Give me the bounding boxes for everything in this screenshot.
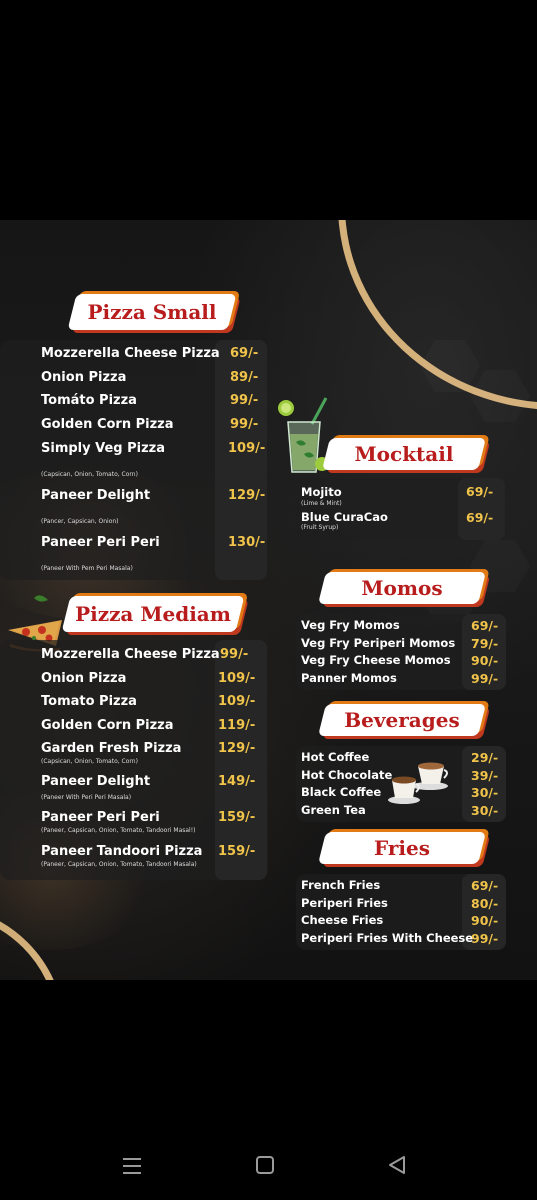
menu-item-price: 109/- <box>228 441 266 456</box>
menu-item-name: Paneer Delight <box>41 488 151 503</box>
menu-item-price: 130/- <box>228 535 266 550</box>
menu-item-description: (Paneer With Pem Peri Masala) <box>41 565 133 572</box>
menu-item-name: Hot Chocolate <box>301 768 393 782</box>
menu-item-name: Onion Pizza <box>41 370 127 385</box>
menu-item-name: Veg Fry Periperi Momos <box>301 636 456 650</box>
pizza-small-title: Pizza Small <box>87 300 217 324</box>
momos-title: Momos <box>361 576 443 600</box>
menu-item-description: (Capsican, Onion, Tomato, Corn) <box>41 758 138 765</box>
menu-item-name: French Fries <box>301 878 381 892</box>
menu-item-price: 69/- <box>466 484 494 499</box>
menu-item-name: Paneer Delight <box>41 774 151 789</box>
menu-item-name: Periperi Fries With Cheese <box>301 931 474 945</box>
menu-item-price: 69/- <box>230 346 259 361</box>
menu-item-name: Paneer Peri Peri <box>41 810 160 825</box>
menu-item-price: 29/- <box>471 750 499 765</box>
fries-title: Fries <box>374 836 430 860</box>
menu-item-price: 119/- <box>218 718 256 733</box>
menu-item-name: Periperi Fries <box>301 896 388 910</box>
menu-item-name: Golden Corn Pizza <box>41 417 174 432</box>
menu-item-price: 30/- <box>471 785 499 800</box>
menu-item-name: Hot Coffee <box>301 750 370 764</box>
menu-item-description: (Paneer, Capsican, Onion, Tomato, Tandoo… <box>41 827 196 834</box>
menu-item-name: Cheese Fries <box>301 913 384 927</box>
fries-banner: Fries <box>318 832 486 864</box>
menu-item-price: 90/- <box>471 913 499 928</box>
menu-item-price: 109/- <box>218 694 256 709</box>
menu-item-price: 129/- <box>218 741 256 756</box>
menu-item-name: Tomato Pizza <box>41 694 137 709</box>
menu-item-name: Onion Pizza <box>41 671 127 686</box>
menu-item-name: Simply Veg Pizza <box>41 441 166 456</box>
menu-item-name: Mozzerella Cheese Pizza <box>41 647 220 662</box>
coffee-cups-icon <box>388 762 448 804</box>
menu-item-price: 69/- <box>471 618 499 633</box>
menu-item-name: Black Coffee <box>301 785 382 799</box>
pizza-medium-title: Pizza Mediam <box>75 602 231 626</box>
pizza-medium-banner: Pizza Mediam <box>61 596 245 632</box>
menu-item-price: 30/- <box>471 803 499 818</box>
menu-item-name: Green Tea <box>301 803 366 817</box>
nav-recents-icon[interactable] <box>121 1155 143 1177</box>
mocktail-glass-icon <box>278 397 329 473</box>
menu-item-name: Panner Momos <box>301 671 397 685</box>
beverages-title: Beverages <box>344 708 460 732</box>
nav-home-icon[interactable] <box>255 1155 275 1175</box>
menu-item-name: Tomáto Pizza <box>41 393 137 408</box>
menu-item-price: 39/- <box>471 768 499 783</box>
mocktail-title: Mocktail <box>354 442 454 466</box>
menu-item-price: 129/- <box>228 488 266 503</box>
menu-item-price: 69/- <box>471 878 499 893</box>
menu-item-name: Paneer Tandoori Pizza <box>41 844 203 859</box>
menu-item-price: 99/- <box>471 931 499 946</box>
beverages-banner: Beverages <box>318 704 486 736</box>
menu-item-description: (Capsican, Onion, Tomato, Corn) <box>41 471 138 478</box>
menu-item-description: (Fruit Syrup) <box>301 524 339 531</box>
menu-item-price: 149/- <box>218 774 256 789</box>
menu-item-name: Golden Corn Pizza <box>41 718 174 733</box>
nav-back-icon[interactable] <box>387 1155 407 1175</box>
menu-item-price: 90/- <box>471 653 499 668</box>
menu-item-price: 99/- <box>220 647 249 662</box>
menu-item-price: 159/- <box>218 810 256 825</box>
menu-item-name: Mojito <box>301 485 342 499</box>
pizza-small-banner: Pizza Small <box>67 294 237 330</box>
menu-item-name: Veg Fry Momos <box>301 618 400 632</box>
menu-item-name: Veg Fry Cheese Momos <box>301 653 451 667</box>
menu-image: Pizza Small Mozzerella Cheese Pizza 69/-… <box>0 220 537 980</box>
menu-item-price: 109/- <box>218 671 256 686</box>
momos-banner: Momos <box>318 572 486 604</box>
menu-item-price: 79/- <box>471 636 499 651</box>
menu-item-name: Garden Fresh Pizza <box>41 741 182 756</box>
menu-item-description: (Paneer With Peri Peri Masala) <box>41 794 132 801</box>
menu-item-price: 80/- <box>471 896 499 911</box>
menu-item-description: (Lime & Mint) <box>301 500 342 507</box>
menu-item-price: 159/- <box>218 844 256 859</box>
navigation-bar <box>0 1130 537 1200</box>
mocktail-banner: Mocktail <box>322 438 486 470</box>
menu-item-name: Paneer Peri Peri <box>41 535 160 550</box>
menu-item-name: Blue CuraCao <box>301 510 388 524</box>
menu-item-description: (Pancer, Capsican, Onion) <box>41 518 119 525</box>
menu-item-name: Mozzerella Cheese Pizza <box>41 346 220 361</box>
menu-item-description: (Paneer, Capsican, Onion, Tomato, Tandoo… <box>41 861 197 868</box>
menu-item-price: 89/- <box>230 370 259 385</box>
menu-item-price: 99/- <box>230 417 259 432</box>
menu-item-price: 99/- <box>471 671 499 686</box>
menu-item-price: 69/- <box>466 510 494 525</box>
menu-item-price: 99/- <box>230 393 259 408</box>
